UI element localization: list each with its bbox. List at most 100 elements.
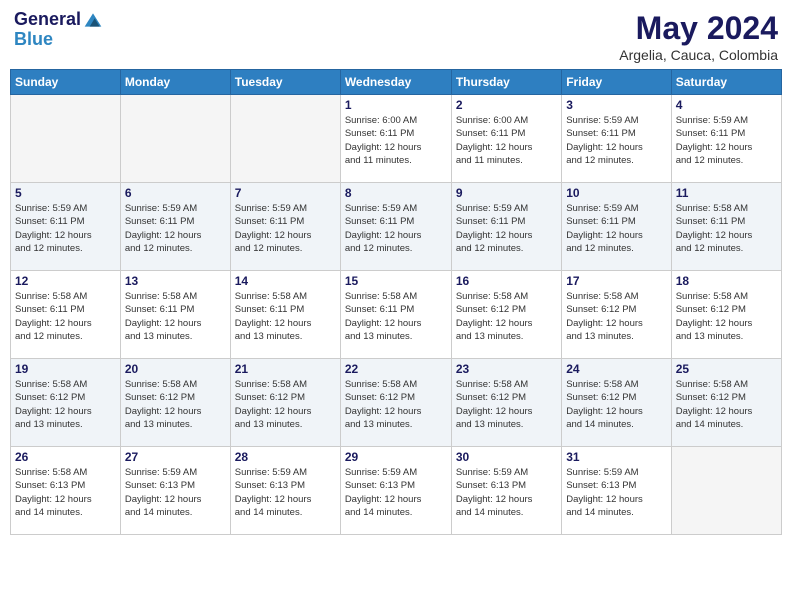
calendar-cell: [11, 95, 121, 183]
day-number: 31: [566, 450, 666, 464]
calendar-cell: 25Sunrise: 5:58 AM Sunset: 6:12 PM Dayli…: [671, 359, 781, 447]
calendar-cell: 23 Sunrise: 5:58 AM Sunset: 6:12 PM Dayli…: [451, 359, 561, 447]
calendar-cell: 4Sunrise: 5:59 AM Sunset: 6:11 PM Daylig…: [671, 95, 781, 183]
calendar-cell: 14 Sunrise: 5:58 AM Sunset: 6:11 PM Dayli…: [230, 271, 340, 359]
day-number: 12: [15, 274, 116, 288]
day-number: 19: [15, 362, 116, 376]
day-info: Sunrise: 5:58 AM Sunset: 6:12 PM Dayligh…: [15, 378, 116, 431]
day-number: 16: [456, 274, 557, 288]
day-info: Sunrise: 5:58 AM Sunset: 6:12 PM Dayligh…: [125, 378, 226, 431]
calendar-cell: 1Sunrise: 6:00 AM Sunset: 6:11 PM Daylig…: [340, 95, 451, 183]
day-number: 9: [456, 186, 557, 200]
day-number: 21: [235, 362, 336, 376]
calendar-cell: 11 Sunrise: 5:58 AM Sunset: 6:11 PM Dayli…: [671, 183, 781, 271]
day-info: Sunrise: 5:58 AM Sunset: 6:12 PM Dayligh…: [566, 290, 666, 343]
calendar-week-row: 26 Sunrise: 5:58 AM Sunset: 6:13 PM Dayli…: [11, 447, 782, 535]
calendar-cell: 27 Sunrise: 5:59 AM Sunset: 6:13 PM Dayli…: [120, 447, 230, 535]
day-number: 28: [235, 450, 336, 464]
calendar-cell: 3 Sunrise: 5:59 AM Sunset: 6:11 PM Daylig…: [562, 95, 671, 183]
calendar-cell: 20 Sunrise: 5:58 AM Sunset: 6:12 PM Dayli…: [120, 359, 230, 447]
calendar-cell: [671, 447, 781, 535]
calendar-week-row: 5 Sunrise: 5:59 AM Sunset: 6:11 PM Daylig…: [11, 183, 782, 271]
day-info: Sunrise: 5:59 AM Sunset: 6:11 PM Dayligh…: [125, 202, 226, 255]
calendar-cell: 19 Sunrise: 5:58 AM Sunset: 6:12 PM Dayli…: [11, 359, 121, 447]
day-info: Sunrise: 5:59 AM Sunset: 6:11 PM Dayligh…: [456, 202, 557, 255]
day-info: Sunrise: 5:59 AM Sunset: 6:11 PM Dayligh…: [566, 202, 666, 255]
calendar-cell: 8 Sunrise: 5:59 AM Sunset: 6:11 PM Daylig…: [340, 183, 451, 271]
day-number: 11: [676, 186, 777, 200]
day-info: Sunrise: 5:59 AM Sunset: 6:13 PM Dayligh…: [235, 466, 336, 519]
calendar-cell: 24Sunrise: 5:58 AM Sunset: 6:12 PM Dayli…: [562, 359, 671, 447]
day-number: 27: [125, 450, 226, 464]
logo-icon: [83, 10, 103, 30]
location: Argelia, Cauca, Colombia: [619, 47, 778, 63]
calendar-table: SundayMondayTuesdayWednesdayThursdayFrid…: [10, 69, 782, 535]
day-info: Sunrise: 5:59 AM Sunset: 6:13 PM Dayligh…: [345, 466, 447, 519]
day-info: Sunrise: 5:58 AM Sunset: 6:12 PM Dayligh…: [235, 378, 336, 431]
day-number: 18: [676, 274, 777, 288]
calendar-cell: [120, 95, 230, 183]
day-number: 6: [125, 186, 226, 200]
day-info: Sunrise: 5:58 AM Sunset: 6:12 PM Dayligh…: [456, 290, 557, 343]
day-info: Sunrise: 5:59 AM Sunset: 6:13 PM Dayligh…: [125, 466, 226, 519]
day-number: 8: [345, 186, 447, 200]
day-number: 17: [566, 274, 666, 288]
day-info: Sunrise: 5:59 AM Sunset: 6:11 PM Dayligh…: [345, 202, 447, 255]
calendar-cell: 22 Sunrise: 5:58 AM Sunset: 6:12 PM Dayli…: [340, 359, 451, 447]
title-area: May 2024 Argelia, Cauca, Colombia: [619, 10, 778, 63]
logo-text: General: [14, 10, 81, 30]
calendar-cell: 18 Sunrise: 5:58 AM Sunset: 6:12 PM Dayli…: [671, 271, 781, 359]
day-number: 20: [125, 362, 226, 376]
day-info: Sunrise: 5:59 AM Sunset: 6:11 PM Dayligh…: [15, 202, 116, 255]
calendar-cell: 12 Sunrise: 5:58 AM Sunset: 6:11 PM Dayli…: [11, 271, 121, 359]
day-number: 23: [456, 362, 557, 376]
calendar-week-row: 12 Sunrise: 5:58 AM Sunset: 6:11 PM Dayli…: [11, 271, 782, 359]
day-number: 30: [456, 450, 557, 464]
calendar-cell: 13 Sunrise: 5:58 AM Sunset: 6:11 PM Dayli…: [120, 271, 230, 359]
calendar-cell: 29Sunrise: 5:59 AM Sunset: 6:13 PM Dayli…: [340, 447, 451, 535]
day-info: Sunrise: 5:58 AM Sunset: 6:11 PM Dayligh…: [125, 290, 226, 343]
day-info: Sunrise: 5:59 AM Sunset: 6:11 PM Dayligh…: [235, 202, 336, 255]
day-info: Sunrise: 5:58 AM Sunset: 6:11 PM Dayligh…: [676, 202, 777, 255]
day-number: 13: [125, 274, 226, 288]
calendar-cell: 9 Sunrise: 5:59 AM Sunset: 6:11 PM Daylig…: [451, 183, 561, 271]
day-info: Sunrise: 5:59 AM Sunset: 6:11 PM Dayligh…: [566, 114, 666, 167]
month-year: May 2024: [619, 10, 778, 47]
day-number: 25: [676, 362, 777, 376]
day-info: Sunrise: 5:58 AM Sunset: 6:11 PM Dayligh…: [345, 290, 447, 343]
day-number: 1: [345, 98, 447, 112]
calendar-cell: 2Sunrise: 6:00 AM Sunset: 6:11 PM Daylig…: [451, 95, 561, 183]
page-header: General Blue May 2024 Argelia, Cauca, Co…: [10, 10, 782, 63]
day-number: 5: [15, 186, 116, 200]
day-info: Sunrise: 5:59 AM Sunset: 6:13 PM Dayligh…: [456, 466, 557, 519]
col-header-thursday: Thursday: [451, 70, 561, 95]
day-info: Sunrise: 5:58 AM Sunset: 6:12 PM Dayligh…: [345, 378, 447, 431]
day-number: 15: [345, 274, 447, 288]
calendar-cell: 28 Sunrise: 5:59 AM Sunset: 6:13 PM Dayli…: [230, 447, 340, 535]
day-info: Sunrise: 5:58 AM Sunset: 6:12 PM Dayligh…: [456, 378, 557, 431]
day-number: 7: [235, 186, 336, 200]
day-info: Sunrise: 5:59 AM Sunset: 6:13 PM Dayligh…: [566, 466, 666, 519]
calendar-cell: 7 Sunrise: 5:59 AM Sunset: 6:11 PM Daylig…: [230, 183, 340, 271]
day-number: 14: [235, 274, 336, 288]
day-info: Sunrise: 5:58 AM Sunset: 6:12 PM Dayligh…: [566, 378, 666, 431]
day-number: 10: [566, 186, 666, 200]
day-info: Sunrise: 5:58 AM Sunset: 6:12 PM Dayligh…: [676, 290, 777, 343]
day-number: 22: [345, 362, 447, 376]
calendar-cell: 6 Sunrise: 5:59 AM Sunset: 6:11 PM Daylig…: [120, 183, 230, 271]
col-header-tuesday: Tuesday: [230, 70, 340, 95]
col-header-saturday: Saturday: [671, 70, 781, 95]
day-number: 3: [566, 98, 666, 112]
day-info: Sunrise: 6:00 AM Sunset: 6:11 PM Dayligh…: [456, 114, 557, 167]
day-number: 26: [15, 450, 116, 464]
col-header-wednesday: Wednesday: [340, 70, 451, 95]
calendar-week-row: 1 Sunrise: 6:00 AM Sunset: 6:11 PM Daylig…: [11, 95, 782, 183]
day-info: Sunrise: 5:58 AM Sunset: 6:13 PM Dayligh…: [15, 466, 116, 519]
day-info: Sunrise: 5:58 AM Sunset: 6:11 PM Dayligh…: [235, 290, 336, 343]
col-header-monday: Monday: [120, 70, 230, 95]
col-header-sunday: Sunday: [11, 70, 121, 95]
day-info: Sunrise: 5:58 AM Sunset: 6:11 PM Dayligh…: [15, 290, 116, 343]
calendar-cell: 17 Sunrise: 5:58 AM Sunset: 6:12 PM Dayli…: [562, 271, 671, 359]
calendar-cell: 30 Sunrise: 5:59 AM Sunset: 6:13 PM Dayli…: [451, 447, 561, 535]
logo-blue: Blue: [14, 29, 53, 49]
